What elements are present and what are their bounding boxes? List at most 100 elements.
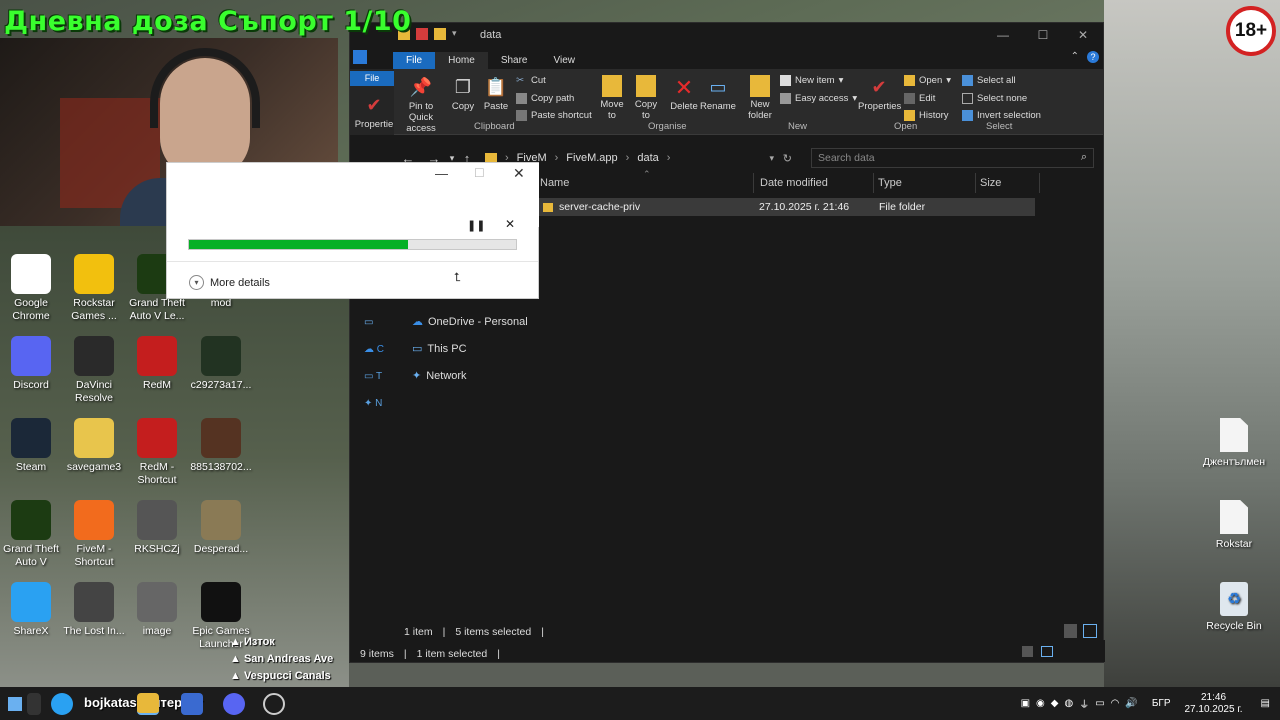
- cut-button[interactable]: ✂ Cut: [516, 75, 546, 86]
- chevron-down-icon[interactable]: ▾: [452, 28, 464, 40]
- breadcrumb-item[interactable]: FiveM.app: [566, 152, 617, 164]
- minimize-button[interactable]: —: [435, 166, 448, 181]
- nav-this-pc[interactable]: ▭ This PC: [412, 342, 467, 356]
- large-icons-view-icon[interactable]: [1041, 646, 1053, 657]
- language-indicator[interactable]: БГР: [1152, 698, 1171, 709]
- select-none-button[interactable]: Select none: [962, 93, 1027, 104]
- help-icon[interactable]: ?: [1087, 51, 1099, 63]
- address-dropdown-icon[interactable]: ▾: [769, 153, 774, 164]
- nav-onedrive[interactable]: ☁ OneDrive - Personal: [412, 315, 528, 329]
- minimize-button[interactable]: —: [983, 23, 1023, 47]
- large-icons-view-icon[interactable]: [1083, 624, 1097, 638]
- desktop-icon[interactable]: image: [124, 582, 190, 638]
- tab-view[interactable]: View: [541, 52, 589, 69]
- desktop-icon[interactable]: RedM - Shortcut: [124, 418, 190, 487]
- select-all-button[interactable]: Select all: [962, 75, 1016, 86]
- notifications-icon[interactable]: ▤: [1261, 698, 1270, 709]
- side-file-tab[interactable]: File: [350, 71, 394, 86]
- column-name[interactable]: Name: [538, 173, 754, 193]
- new-folder-button[interactable]: New folder: [745, 75, 775, 121]
- edit-button[interactable]: Edit: [904, 93, 935, 104]
- close-button[interactable]: ✕: [1063, 23, 1103, 47]
- refresh-icon[interactable]: ↻: [783, 152, 792, 165]
- pause-icon[interactable]: ❚❚: [467, 219, 485, 232]
- more-details-button[interactable]: ▾ More details: [189, 275, 270, 290]
- new-folder-icon[interactable]: [434, 28, 446, 40]
- desktop-icon[interactable]: ShareX: [0, 582, 64, 638]
- start-icon[interactable]: [8, 696, 22, 711]
- desktop-icon[interactable]: Grand Theft Auto V: [0, 500, 64, 569]
- column-date-modified[interactable]: Date modified: [754, 173, 874, 193]
- pin-to-quick-access-button[interactable]: 📌 Pin to Quick access: [396, 75, 446, 135]
- collapse-ribbon-icon[interactable]: ⌃: [1071, 51, 1079, 62]
- desktop-icon[interactable]: The Lost In...: [61, 582, 127, 638]
- open-button[interactable]: Open ▾: [904, 75, 951, 86]
- paste-shortcut-button[interactable]: Paste shortcut: [516, 110, 592, 121]
- column-size[interactable]: Size: [976, 173, 1040, 193]
- explorer-titlebar[interactable]: ▾ data — ☐ ✕: [350, 23, 1103, 47]
- properties-icon[interactable]: [416, 28, 428, 40]
- copy-button[interactable]: ❐ Copy: [450, 75, 476, 113]
- cancel-copy-button[interactable]: ✕: [505, 217, 515, 231]
- history-button[interactable]: History: [904, 110, 949, 121]
- details-view-icon[interactable]: [1064, 624, 1077, 638]
- wifi-icon[interactable]: ◠: [1111, 698, 1120, 709]
- desktop-icon[interactable]: Rockstar Games ...: [61, 254, 127, 323]
- file-explorer-window[interactable]: ▾ data — ☐ ✕ File Home Share View ⌃ ? Fi…: [349, 22, 1105, 663]
- file-row[interactable]: server-cache-priv 27.10.2025 г. 21:46 Fi…: [538, 198, 1035, 216]
- column-type[interactable]: Type: [874, 173, 976, 193]
- file-explorer-taskbar-icon[interactable]: [137, 692, 159, 715]
- obs-taskbar-icon[interactable]: [263, 692, 285, 715]
- desktop-icon[interactable]: savegame3: [61, 418, 127, 474]
- delete-button[interactable]: ✕ Delete: [668, 75, 700, 112]
- volume-icon[interactable]: 🔊: [1125, 698, 1137, 709]
- desktop-icon[interactable]: c29273a17...: [188, 336, 254, 392]
- desktop-icon-file[interactable]: Джентълмен: [1194, 418, 1274, 468]
- breadcrumb-item[interactable]: data: [637, 152, 658, 164]
- desktop-icon[interactable]: RedM: [124, 336, 190, 392]
- battery-icon[interactable]: ▭: [1095, 698, 1104, 709]
- maximize-button[interactable]: ☐: [1023, 23, 1063, 47]
- browser-icon[interactable]: [51, 692, 73, 715]
- tab-home[interactable]: Home: [435, 52, 488, 69]
- usb-icon[interactable]: ⏚: [1079, 696, 1089, 711]
- discord-taskbar-icon[interactable]: [223, 692, 245, 715]
- map-label: ▲ San Andreas Ave: [230, 653, 334, 665]
- new-item-button[interactable]: New item ▾: [780, 75, 843, 86]
- rename-button[interactable]: ▭ Rename: [700, 75, 736, 113]
- tab-file[interactable]: File: [393, 52, 436, 69]
- side-properties-button[interactable]: ✔ Propertie: [354, 93, 394, 131]
- tab-share[interactable]: Share: [488, 52, 541, 69]
- search-input[interactable]: Search data: [811, 148, 1094, 168]
- desktop-icon[interactable]: Desperad...: [188, 500, 254, 556]
- clock[interactable]: 21:46 27.10.2025 г.: [1185, 692, 1243, 716]
- details-view-icon[interactable]: [1022, 646, 1033, 657]
- close-button[interactable]: ✕: [513, 165, 525, 182]
- steam-tray-icon[interactable]: ◍: [1064, 698, 1073, 709]
- copy-progress-dialog[interactable]: — ☐ ✕ ❚❚ ✕ ▾ More details ⮤: [166, 162, 539, 299]
- copy-to-button[interactable]: Copy to: [632, 75, 660, 121]
- discord-tray-icon[interactable]: ◆: [1051, 698, 1059, 709]
- tray-app-icon[interactable]: ▣: [1021, 698, 1030, 709]
- move-to-button[interactable]: Move to: [598, 75, 626, 121]
- desktop-icon[interactable]: 885138702...: [188, 418, 254, 474]
- desktop-icon[interactable]: DaVinci Resolve: [61, 336, 127, 405]
- desktop-icon[interactable]: FiveM - Shortcut: [61, 500, 127, 569]
- desktop-icon[interactable]: Discord: [0, 336, 64, 392]
- tray-app-icon[interactable]: ◉: [1036, 698, 1045, 709]
- properties-button[interactable]: ✔ Properties: [858, 75, 901, 113]
- easy-access-button[interactable]: Easy access ▾: [780, 93, 857, 104]
- invert-selection-button[interactable]: Invert selection: [962, 110, 1041, 121]
- file-date: 27.10.2025 г. 21:46: [759, 201, 850, 213]
- desktop-icon[interactable]: RKSHCZj: [124, 500, 190, 556]
- desktop-icon-file[interactable]: Rokstar: [1194, 500, 1274, 550]
- desktop-icon[interactable]: Google Chrome: [0, 254, 64, 323]
- desktop-icon-label: Grand Theft Auto V: [3, 543, 59, 568]
- paste-button[interactable]: 📋 Paste: [482, 75, 510, 113]
- nav-network[interactable]: ✦ Network: [412, 369, 467, 383]
- copy-path-button[interactable]: Copy path: [516, 93, 574, 104]
- app-taskbar-icon[interactable]: [181, 692, 203, 715]
- desktop-icon[interactable]: Steam: [0, 418, 64, 474]
- task-view-icon[interactable]: [27, 692, 41, 715]
- desktop-icon-recycle-bin[interactable]: ♻ Recycle Bin: [1194, 582, 1274, 632]
